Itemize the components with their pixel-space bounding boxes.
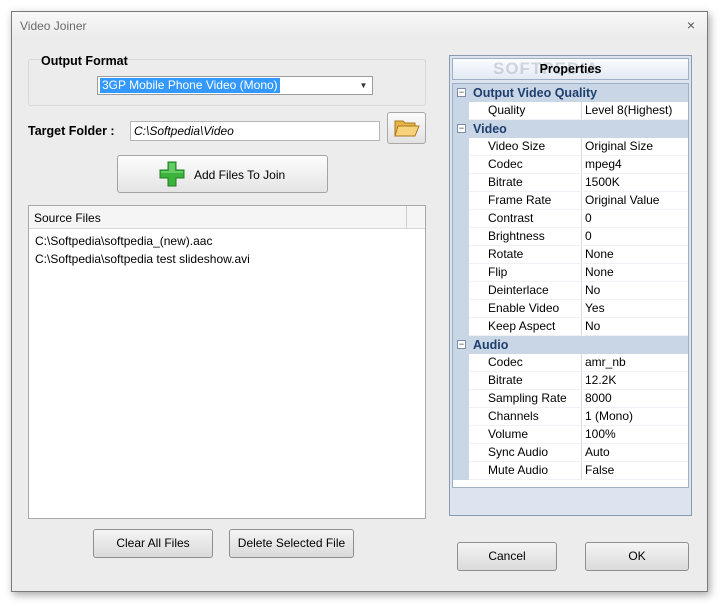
- add-files-button[interactable]: Add Files To Join: [117, 155, 328, 193]
- property-name: Keep Aspect: [469, 318, 582, 336]
- source-files-list[interactable]: Source Files C:\Softpedia\softpedia_(new…: [28, 205, 426, 519]
- video-joiner-window: Video Joiner × Output Format 3GP Mobile …: [11, 11, 708, 592]
- category-video[interactable]: − Video: [453, 120, 688, 138]
- target-folder-input[interactable]: C:\Softpedia\Video: [130, 121, 380, 141]
- property-row-rotate[interactable]: Rotate None: [453, 246, 688, 264]
- property-name: Sync Audio: [469, 444, 582, 462]
- property-value[interactable]: Level 8(Highest): [583, 102, 688, 120]
- property-row-sampling-rate[interactable]: Sampling Rate 8000: [453, 390, 688, 408]
- property-row-flip[interactable]: Flip None: [453, 264, 688, 282]
- category-output-video-quality[interactable]: − Output Video Quality: [453, 84, 688, 102]
- cancel-button[interactable]: Cancel: [457, 542, 557, 571]
- window-title: Video Joiner: [20, 19, 87, 33]
- output-format-label: Output Format: [41, 54, 128, 68]
- property-value[interactable]: 1 (Mono): [583, 408, 688, 426]
- property-row-video-size[interactable]: Video Size Original Size: [453, 138, 688, 156]
- ok-button[interactable]: OK: [585, 542, 689, 571]
- property-name: Contrast: [469, 210, 582, 228]
- clear-all-files-button[interactable]: Clear All Files: [93, 529, 213, 558]
- category-audio[interactable]: − Audio: [453, 336, 688, 354]
- property-name: Deinterlace: [469, 282, 582, 300]
- property-row-brightness[interactable]: Brightness 0: [453, 228, 688, 246]
- property-value[interactable]: 1500K: [583, 174, 688, 192]
- chevron-down-icon[interactable]: ▼: [355, 77, 372, 94]
- property-value[interactable]: Yes: [583, 300, 688, 318]
- property-grid[interactable]: − Output Video Quality Quality Level 8(H…: [452, 83, 689, 488]
- property-name: Brightness: [469, 228, 582, 246]
- source-files-header[interactable]: Source Files: [29, 206, 425, 229]
- property-value[interactable]: Auto: [583, 444, 688, 462]
- property-value[interactable]: None: [583, 264, 688, 282]
- property-row-mute-audio[interactable]: Mute Audio False: [453, 462, 688, 480]
- browse-folder-button[interactable]: [387, 112, 426, 144]
- add-files-label: Add Files To Join: [194, 168, 286, 182]
- output-format-group: Output Format 3GP Mobile Phone Video (Mo…: [28, 54, 426, 106]
- target-folder-label: Target Folder :: [28, 124, 115, 138]
- property-value[interactable]: amr_nb: [583, 354, 688, 372]
- properties-title: SOFTPEDIA Properties: [452, 58, 689, 80]
- property-value[interactable]: No: [583, 282, 688, 300]
- title-bar[interactable]: Video Joiner ×: [12, 12, 707, 40]
- property-name: Rotate: [469, 246, 582, 264]
- property-row-audio-bitrate[interactable]: Bitrate 12.2K: [453, 372, 688, 390]
- property-value[interactable]: Original Size: [583, 138, 688, 156]
- property-value[interactable]: 12.2K: [583, 372, 688, 390]
- property-value[interactable]: 8000: [583, 390, 688, 408]
- properties-title-text: Properties: [539, 62, 602, 76]
- property-name: Sampling Rate: [469, 390, 582, 408]
- property-name: Quality: [469, 102, 582, 120]
- property-name: Enable Video: [469, 300, 582, 318]
- property-row-frame-rate[interactable]: Frame Rate Original Value: [453, 192, 688, 210]
- property-row-channels[interactable]: Channels 1 (Mono): [453, 408, 688, 426]
- collapse-icon[interactable]: −: [457, 88, 466, 97]
- category-name: Video: [473, 122, 507, 136]
- column-divider[interactable]: [406, 206, 407, 228]
- property-value[interactable]: False: [583, 462, 688, 480]
- source-files-column-header: Source Files: [34, 211, 101, 225]
- property-name: Volume: [469, 426, 582, 444]
- property-row-deinterlace[interactable]: Deinterlace No: [453, 282, 688, 300]
- property-row-volume[interactable]: Volume 100%: [453, 426, 688, 444]
- property-row-contrast[interactable]: Contrast 0: [453, 210, 688, 228]
- property-row-audio-codec[interactable]: Codec amr_nb: [453, 354, 688, 372]
- delete-selected-file-button[interactable]: Delete Selected File: [229, 529, 354, 558]
- property-name: Codec: [469, 354, 582, 372]
- property-value[interactable]: 0: [583, 228, 688, 246]
- list-item[interactable]: C:\Softpedia\softpedia_(new).aac: [35, 234, 212, 248]
- property-row-codec[interactable]: Codec mpeg4: [453, 156, 688, 174]
- property-value[interactable]: 0: [583, 210, 688, 228]
- output-format-select[interactable]: 3GP Mobile Phone Video (Mono) ▼: [97, 76, 373, 95]
- close-icon[interactable]: ×: [683, 17, 699, 33]
- property-value[interactable]: 100%: [583, 426, 688, 444]
- property-value[interactable]: Original Value: [583, 192, 688, 210]
- list-item[interactable]: C:\Softpedia\softpedia test slideshow.av…: [35, 252, 250, 266]
- property-name: Video Size: [469, 138, 582, 156]
- property-value[interactable]: None: [583, 246, 688, 264]
- property-row-bitrate[interactable]: Bitrate 1500K: [453, 174, 688, 192]
- property-name: Mute Audio: [469, 462, 582, 480]
- property-name: Bitrate: [469, 372, 582, 390]
- property-row-sync-audio[interactable]: Sync Audio Auto: [453, 444, 688, 462]
- green-plus-icon: [159, 161, 185, 187]
- property-row-keep-aspect[interactable]: Keep Aspect No: [453, 318, 688, 336]
- properties-panel: SOFTPEDIA Properties − Output Video Qual…: [449, 55, 692, 516]
- property-value[interactable]: No: [583, 318, 688, 336]
- property-name: Bitrate: [469, 174, 582, 192]
- collapse-icon[interactable]: −: [457, 340, 466, 349]
- output-format-selected-value: 3GP Mobile Phone Video (Mono): [99, 77, 281, 94]
- property-row-quality[interactable]: Quality Level 8(Highest): [453, 102, 688, 120]
- category-name: Output Video Quality: [473, 86, 598, 100]
- property-name: Flip: [469, 264, 582, 282]
- property-name: Channels: [469, 408, 582, 426]
- property-row-enable-video[interactable]: Enable Video Yes: [453, 300, 688, 318]
- property-name: Codec: [469, 156, 582, 174]
- collapse-icon[interactable]: −: [457, 124, 466, 133]
- property-name: Frame Rate: [469, 192, 582, 210]
- category-name: Audio: [473, 338, 509, 352]
- property-value[interactable]: mpeg4: [583, 156, 688, 174]
- open-folder-icon: [394, 120, 420, 137]
